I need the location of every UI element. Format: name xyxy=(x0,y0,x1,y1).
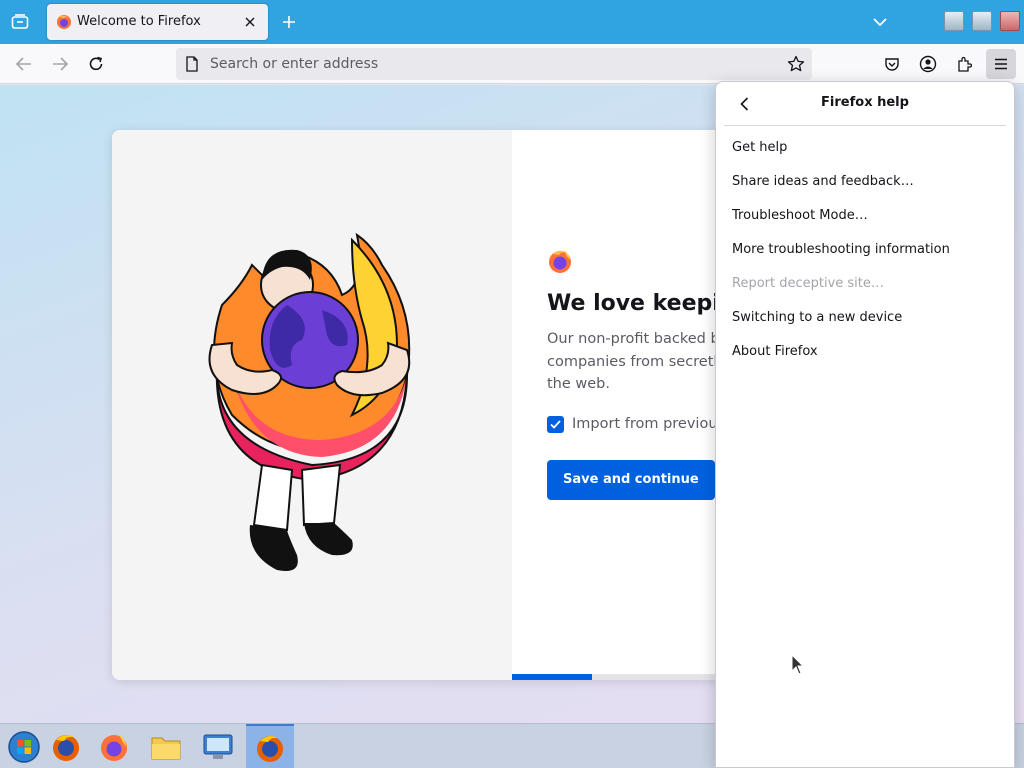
minimize-window-button[interactable] xyxy=(944,11,964,31)
firefox-view-icon xyxy=(11,14,29,29)
navigation-toolbar xyxy=(0,44,1024,84)
extensions-button[interactable] xyxy=(952,52,976,76)
tab-title: Welcome to Firefox xyxy=(77,14,201,29)
chevron-down-icon xyxy=(873,18,887,27)
menu-item-share-ideas[interactable]: Share ideas and feedback… xyxy=(716,165,1014,199)
taskbar-system-settings[interactable] xyxy=(194,724,242,768)
help-menu-list: Get help Share ideas and feedback… Troub… xyxy=(716,131,1014,369)
menu-item-switching-device[interactable]: Switching to a new device xyxy=(716,301,1014,335)
menu-item-troubleshoot-mode[interactable]: Troubleshoot Mode… xyxy=(716,199,1014,233)
close-window-button[interactable] xyxy=(1000,11,1020,31)
firefox-view-button[interactable] xyxy=(8,10,32,34)
hamburger-menu-icon xyxy=(995,58,1007,70)
menu-item-report-deceptive-site: Report deceptive site… xyxy=(732,276,884,291)
system-settings-icon xyxy=(203,734,233,759)
forward-button[interactable] xyxy=(48,52,72,76)
back-button[interactable] xyxy=(12,52,36,76)
firefox-favicon-icon xyxy=(57,15,71,29)
url-input[interactable] xyxy=(210,52,770,76)
panel-header: Firefox help xyxy=(724,82,1006,126)
firefox-logo-icon xyxy=(549,250,571,273)
account-icon xyxy=(919,55,937,73)
arrow-left-icon xyxy=(16,57,31,71)
taskbar-firefox[interactable] xyxy=(42,724,90,768)
account-button[interactable] xyxy=(916,52,940,76)
star-icon xyxy=(787,55,805,72)
taskbar-firefox-browser[interactable] xyxy=(90,724,138,768)
app-menu-button[interactable] xyxy=(986,49,1016,79)
new-tab-button[interactable] xyxy=(279,12,299,32)
page-icon xyxy=(186,56,198,72)
arrow-right-icon xyxy=(53,57,68,71)
import-checkbox[interactable] xyxy=(547,415,564,433)
firefox-help-panel: Firefox help Get help Share ideas and fe… xyxy=(715,81,1015,768)
file-manager-icon xyxy=(151,737,181,759)
firefox-icon xyxy=(53,734,79,761)
checkmark-icon xyxy=(550,419,561,429)
progress-fill xyxy=(512,674,592,680)
address-bar[interactable] xyxy=(176,48,812,80)
pocket-icon xyxy=(885,58,899,71)
illustration-pane xyxy=(112,130,512,680)
save-and-continue-button[interactable]: Save and continue xyxy=(547,459,715,500)
mouse-cursor-icon xyxy=(791,654,805,675)
list-all-tabs-button[interactable] xyxy=(870,12,890,32)
taskbar-file-manager[interactable] xyxy=(142,724,190,768)
menu-item-get-help[interactable]: Get help xyxy=(716,131,1014,165)
person-hugging-globe-illustration xyxy=(208,232,411,571)
taskbar-firefox-active[interactable] xyxy=(246,724,294,768)
firefox-active-icon xyxy=(257,735,283,762)
firefox-browser-icon xyxy=(101,733,127,761)
close-tab-button[interactable] xyxy=(240,12,260,32)
tab-strip: Welcome to Firefox xyxy=(0,0,1024,44)
menu-item-troubleshooting-info[interactable]: More troubleshooting information xyxy=(716,233,1014,267)
maximize-window-button[interactable] xyxy=(972,11,992,31)
panel-title: Firefox help xyxy=(821,95,909,110)
close-icon xyxy=(245,17,255,27)
bookmark-star-button[interactable] xyxy=(786,54,806,74)
reload-button[interactable] xyxy=(84,52,108,76)
start-menu-button[interactable] xyxy=(0,724,48,768)
puzzle-icon xyxy=(958,56,972,72)
pocket-button[interactable] xyxy=(880,52,904,76)
plus-icon xyxy=(283,16,295,28)
import-checkbox-label: Import from previous xyxy=(572,416,726,432)
start-menu-icon xyxy=(8,730,40,763)
tab-welcome[interactable]: Welcome to Firefox xyxy=(47,4,268,40)
menu-item-about-firefox[interactable]: About Firefox xyxy=(716,335,1014,369)
reload-icon xyxy=(89,56,103,71)
